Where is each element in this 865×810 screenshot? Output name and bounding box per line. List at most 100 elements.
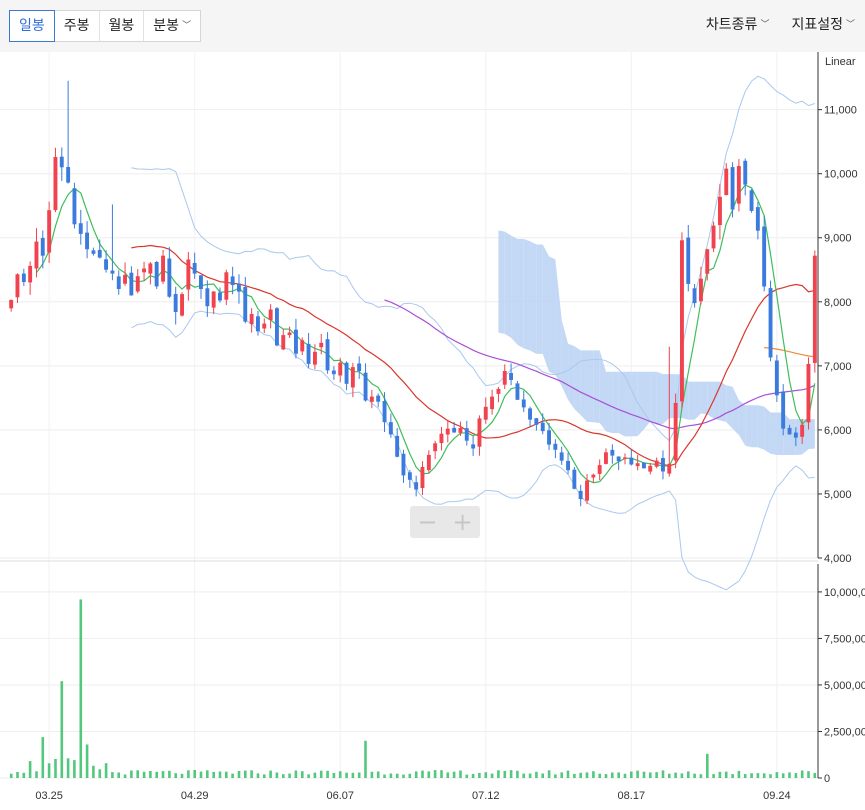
candle-body: [47, 210, 52, 253]
candle-body: [439, 433, 444, 444]
volume-bar: [674, 772, 677, 778]
cloud-segment: [606, 371, 613, 434]
volume-bar: [807, 771, 810, 778]
candle-body: [388, 422, 393, 435]
candle-body: [350, 367, 355, 388]
volume-bar: [263, 774, 266, 778]
candle-body: [414, 482, 419, 490]
volume-bar: [307, 774, 310, 778]
candle-body: [591, 474, 596, 478]
indicator-settings-dropdown[interactable]: 지표설정 ﹀: [791, 10, 855, 42]
candle-body: [496, 388, 501, 394]
volume-bar: [326, 770, 329, 778]
price-tick-label: 7,000: [824, 361, 852, 373]
volume-bar: [427, 771, 431, 778]
volume-bar: [161, 771, 165, 778]
zoom-out-button[interactable]: −: [410, 506, 445, 538]
candle-body: [186, 259, 191, 290]
volume-bar: [225, 771, 228, 778]
volume-bar: [800, 770, 804, 778]
zoom-in-button[interactable]: +: [445, 506, 480, 538]
chart-type-dropdown[interactable]: 차트종류 ﹀: [706, 10, 770, 42]
candle-body: [768, 288, 773, 358]
volume-bar: [592, 771, 595, 778]
candle-body: [123, 274, 127, 284]
scale-label: Linear: [825, 56, 856, 68]
volume-bar: [699, 774, 703, 778]
date-tick-label: 07.12: [472, 790, 500, 802]
ma5-line: [36, 184, 816, 484]
candle-body: [471, 444, 476, 449]
candle-body: [711, 225, 716, 249]
volume-bar: [149, 771, 152, 778]
volume-bar: [250, 770, 253, 778]
candle-body: [28, 265, 33, 283]
cloud-segment: [618, 371, 625, 437]
volume-bar: [47, 763, 51, 778]
candle-body: [230, 276, 235, 286]
candle-body: [528, 408, 532, 420]
candle-body: [623, 457, 627, 459]
volume-bar: [769, 774, 772, 778]
price-tick-label: 6,000: [824, 425, 852, 437]
candle-body: [331, 370, 336, 375]
cloud-segment: [536, 244, 543, 354]
volume-bar: [566, 770, 570, 778]
candle-body: [736, 166, 741, 204]
tab-weekly[interactable]: 주봉: [55, 11, 100, 41]
volume-bar: [718, 771, 722, 778]
volume-bar: [104, 763, 108, 778]
cloud-segment: [555, 259, 562, 387]
volume-bar: [573, 773, 576, 778]
cloud-segment: [587, 350, 594, 423]
volume-bar: [503, 770, 507, 778]
tab-minute[interactable]: 분봉 ﹀: [144, 11, 200, 41]
candle-body: [464, 428, 469, 441]
candle-body: [787, 427, 792, 435]
volume-bar: [452, 771, 456, 778]
candle-body: [680, 240, 684, 402]
cloud-segment: [770, 412, 777, 456]
cloud-segment: [574, 346, 581, 416]
price-tick-label: 4,000: [824, 553, 852, 565]
volume-bar: [528, 773, 532, 778]
candle-body: [490, 396, 494, 410]
volume-bar: [237, 771, 241, 778]
cloud-segment: [700, 381, 708, 415]
candle-body: [319, 342, 324, 348]
cloud-segment: [631, 371, 638, 437]
volume-bar: [642, 771, 646, 778]
volume-bar: [781, 773, 785, 778]
candle-body: [205, 288, 210, 307]
volume-bar: [604, 774, 608, 778]
candle-body: [395, 435, 400, 457]
chart-toolbar: 일봉 주봉 월봉 분봉 ﹀ 차트종류 ﹀ 지표설정 ﹀: [0, 0, 865, 52]
chart-settings-menu: 차트종류 ﹀ 지표설정 ﹀: [706, 10, 855, 42]
candle-body: [724, 168, 729, 196]
candle-body: [610, 449, 615, 456]
cloud-segment: [656, 371, 663, 425]
volume-bar: [522, 773, 525, 778]
candle-body: [502, 371, 507, 385]
tab-daily[interactable]: 일봉: [9, 10, 55, 42]
volume-bar: [794, 773, 798, 778]
candle-body: [268, 309, 273, 320]
candle-body: [515, 383, 520, 400]
stock-chart[interactable]: 4,000 5,000 6,000 7,000 8,000 9,000 10,000 11,0…: [0, 52, 865, 810]
candle-body: [547, 430, 551, 445]
volume-bar: [649, 772, 652, 778]
volume-bars: [9, 599, 817, 778]
tab-monthly[interactable]: 월봉: [100, 11, 145, 41]
volume-bar: [294, 770, 298, 778]
volume-bar: [446, 772, 450, 778]
candle-body: [34, 241, 39, 269]
date-tick-label: 09.24: [763, 790, 791, 802]
volume-bar: [497, 770, 500, 778]
volume-bar: [554, 774, 557, 778]
volume-bar: [60, 681, 64, 778]
price-tick-label: 10,000: [824, 169, 858, 181]
volume-bar: [611, 772, 614, 778]
cloud-segment: [662, 374, 670, 424]
volume-bar: [775, 772, 779, 778]
volume-bar: [275, 772, 279, 778]
